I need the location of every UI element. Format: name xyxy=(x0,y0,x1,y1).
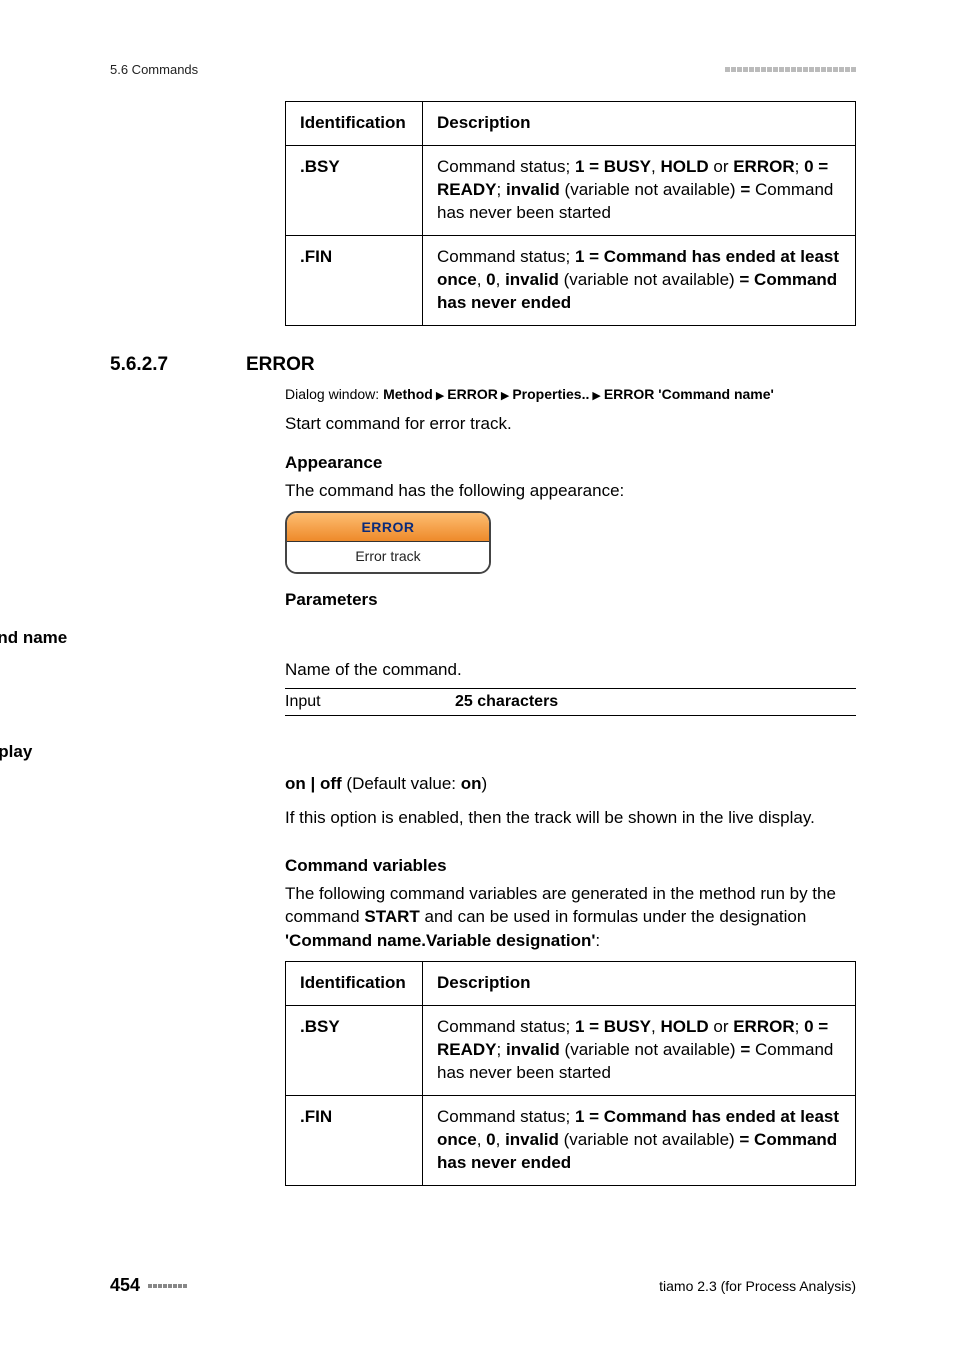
command-variables-body: The following command variables are gene… xyxy=(285,882,856,953)
table-row: .FIN Command status; 1 = Command has end… xyxy=(286,235,856,325)
cell-id: .BSY xyxy=(300,1017,340,1036)
appearance-text: The command has the following appearance… xyxy=(285,479,856,503)
live-display-label: Live display xyxy=(0,742,856,762)
parameters-heading: Parameters xyxy=(285,590,856,610)
live-display-body: If this option is enabled, then the trac… xyxy=(285,806,856,830)
cell-id: .FIN xyxy=(300,1107,332,1126)
table-row: .FIN Command status; 1 = Command has end… xyxy=(286,1095,856,1185)
table-row: .BSY Command status; 1 = BUSY, HOLD or E… xyxy=(286,145,856,235)
identification-table-2: Identification Description .BSY Command … xyxy=(285,961,856,1186)
command-variables-heading: Command variables xyxy=(285,856,856,876)
input-spec-row: Input 25 characters xyxy=(285,688,856,716)
th-description: Description xyxy=(423,961,856,1005)
cell-description: Command status; 1 = BUSY, HOLD or ERROR;… xyxy=(423,1005,856,1095)
appearance-heading: Appearance xyxy=(285,453,856,473)
identification-table-1: Identification Description .BSY Command … xyxy=(285,101,856,326)
section-title: ERROR xyxy=(246,354,315,376)
intro-line: Start command for error track. xyxy=(285,412,856,436)
decorative-ticks xyxy=(725,67,856,72)
decorative-ticks xyxy=(148,1284,187,1288)
cell-description: Command status; 1 = Command has ended at… xyxy=(423,1095,856,1185)
error-widget-header: ERROR xyxy=(287,513,489,542)
cell-description: Command status; 1 = BUSY, HOLD or ERROR;… xyxy=(423,145,856,235)
cell-description: Command status; 1 = Command has ended at… xyxy=(423,235,856,325)
table-row: .BSY Command status; 1 = BUSY, HOLD or E… xyxy=(286,1005,856,1095)
section-number: 5.6.2.7 xyxy=(110,354,210,376)
input-value: 25 characters xyxy=(455,689,730,715)
page-number: 454 xyxy=(110,1275,140,1296)
error-widget-body: Error track xyxy=(287,542,489,572)
th-identification: Identification xyxy=(286,961,423,1005)
dialog-window-path: Dialog window: Method▶ERROR▶Properties..… xyxy=(285,386,856,402)
command-name-text: Name of the command. xyxy=(285,658,856,682)
input-label: Input xyxy=(285,689,455,715)
th-identification: Identification xyxy=(286,102,423,146)
error-command-widget: ERROR Error track xyxy=(285,511,491,574)
command-name-label: Command name xyxy=(0,628,856,648)
cell-id: .FIN xyxy=(300,247,332,266)
cell-id: .BSY xyxy=(300,157,340,176)
live-display-default: on | off (Default value: on) xyxy=(285,772,856,796)
th-description: Description xyxy=(423,102,856,146)
running-head-section: 5.6 Commands xyxy=(110,62,198,77)
product-name: tiamo 2.3 (for Process Analysis) xyxy=(659,1278,856,1294)
